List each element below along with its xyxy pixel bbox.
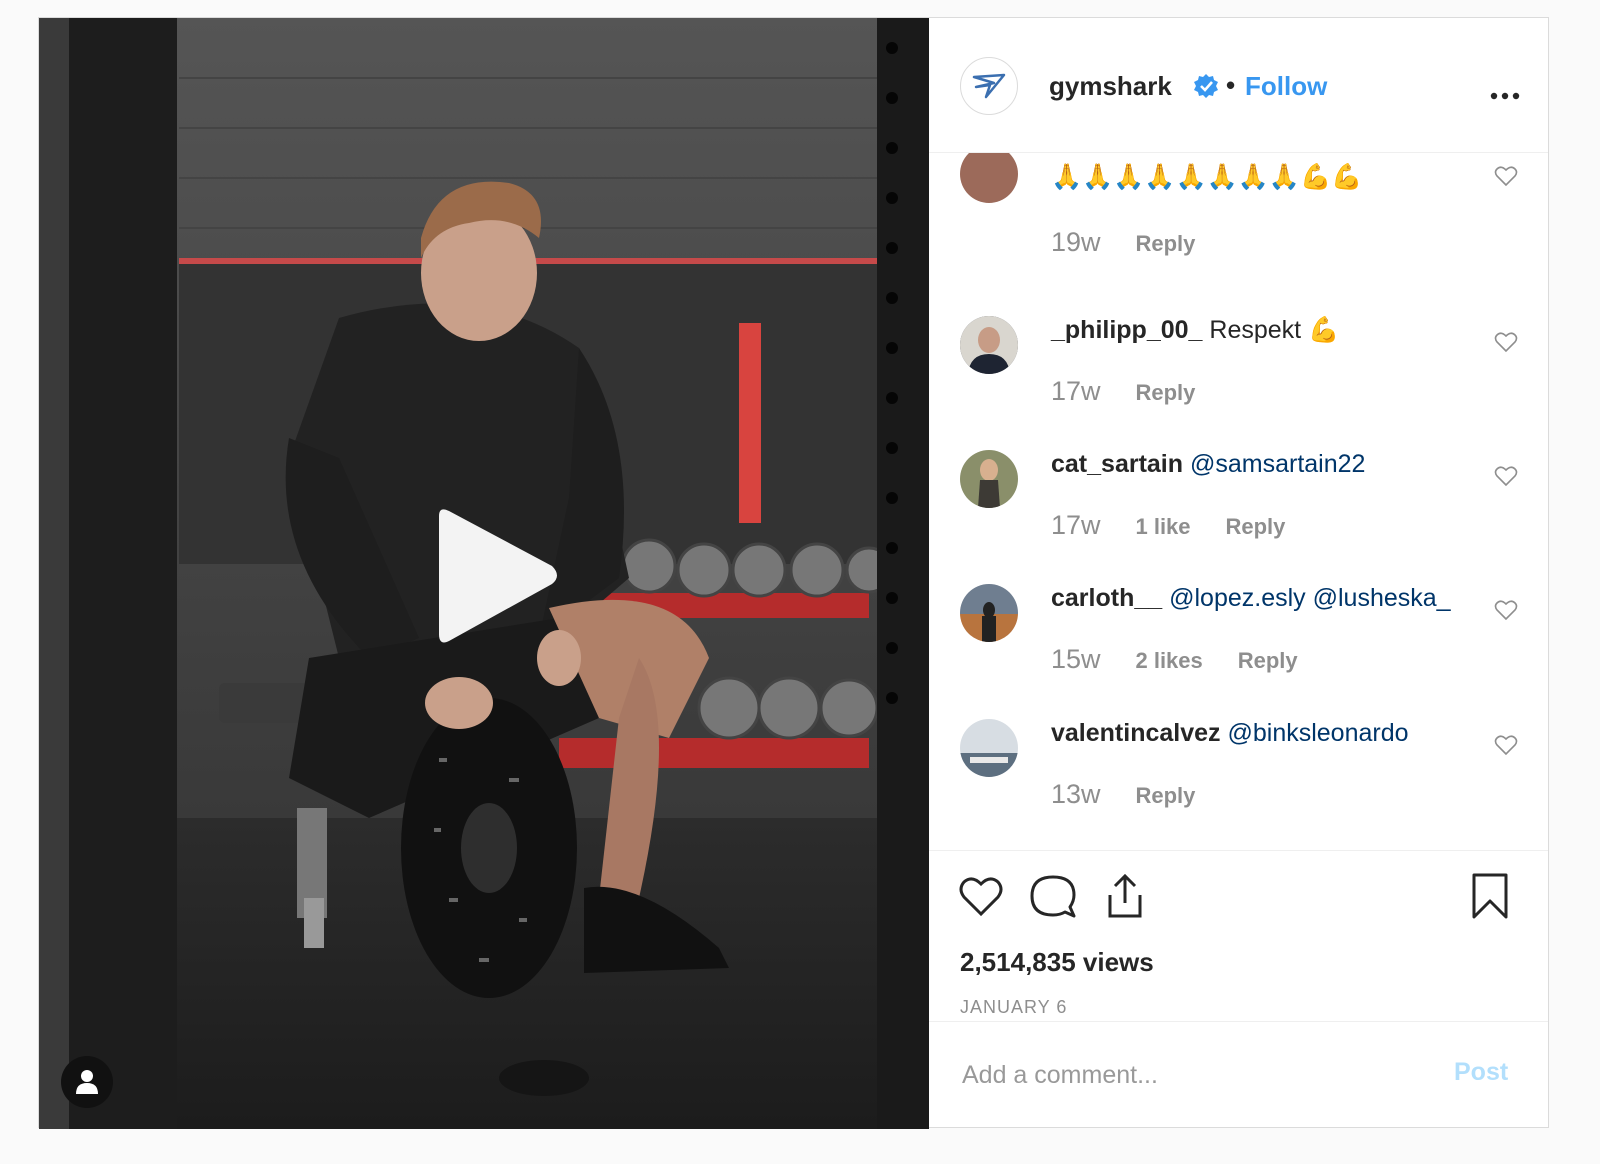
views-count[interactable]: 2,514,835 views xyxy=(960,947,1154,978)
comment-body: Respekt 💪 xyxy=(1209,316,1340,344)
commenter-avatar[interactable] xyxy=(960,719,1018,777)
comment-text: cat_sartain @samsartain22 xyxy=(1051,450,1365,479)
comment-mention[interactable]: @lopez.esly @lusheska_ xyxy=(1169,584,1450,612)
comment-username[interactable]: cat_sartain xyxy=(1051,450,1183,478)
avatar-photo xyxy=(960,584,1018,642)
comment-username[interactable]: _philipp_00_ xyxy=(1051,316,1202,344)
commenter-avatar[interactable] xyxy=(960,450,1018,508)
follow-button[interactable]: Follow xyxy=(1245,71,1327,102)
comment-mention[interactable]: @binksleonardo xyxy=(1227,719,1408,747)
comment-mention[interactable]: @samsartain22 xyxy=(1190,450,1365,478)
post-sidebar: gymshark • Follow itsofficiallykhi 💪💪💪💪🙌… xyxy=(929,18,1548,1127)
comments-list[interactable]: itsofficiallykhi 💪💪💪💪🙌🙌 🙏🙏🙏🙏🙏🙏🙏🙏💪💪 19w R… xyxy=(929,153,1548,850)
avatar-photo xyxy=(960,316,1018,374)
play-icon[interactable] xyxy=(434,506,564,646)
comment-time: 19w xyxy=(1051,227,1101,257)
avatar-photo xyxy=(960,450,1018,508)
share-icon[interactable] xyxy=(1102,873,1148,919)
commenter-avatar[interactable] xyxy=(960,153,1018,203)
comment-body-line2: 🙏🙏🙏🙏🙏🙏🙏🙏💪💪 xyxy=(1051,163,1363,191)
reply-button[interactable]: Reply xyxy=(1135,783,1195,808)
comment-like-icon[interactable] xyxy=(1494,599,1518,621)
comment-meta: 15w 2 likes Reply xyxy=(1051,644,1326,675)
commenter-avatar[interactable] xyxy=(960,584,1018,642)
post-header: gymshark • Follow xyxy=(929,18,1548,153)
post-video[interactable] xyxy=(39,18,929,1129)
more-options-icon[interactable] xyxy=(1489,90,1521,102)
comment-like-icon[interactable] xyxy=(1494,465,1518,487)
comment-time: 15w xyxy=(1051,644,1101,674)
comment-meta: 19w Reply xyxy=(1051,227,1223,258)
bookmark-icon[interactable] xyxy=(1467,873,1513,919)
post-actions: 2,514,835 views JANUARY 6 xyxy=(929,850,1548,1021)
comment-meta: 17w Reply xyxy=(1051,376,1223,407)
heart-icon[interactable] xyxy=(958,873,1004,919)
comment-meta: 17w 1 like Reply xyxy=(1051,510,1313,541)
instagram-post: gymshark • Follow itsofficiallykhi 💪💪💪💪🙌… xyxy=(38,17,1549,1129)
comment-username[interactable]: valentincalvez xyxy=(1051,719,1221,747)
gymshark-avatar[interactable] xyxy=(960,57,1018,115)
person-icon xyxy=(76,1070,98,1094)
gymshark-logo-icon xyxy=(972,73,1006,99)
comment-likes-count[interactable]: 2 likes xyxy=(1135,648,1202,673)
comment-like-icon[interactable] xyxy=(1494,331,1518,353)
comment-likes-count[interactable]: 1 like xyxy=(1135,514,1190,539)
comment-username[interactable]: carloth__ xyxy=(1051,584,1162,612)
comment-time: 13w xyxy=(1051,779,1101,809)
comment-text: carloth__ @lopez.esly @lusheska_ xyxy=(1051,584,1451,613)
comment-text: _philipp_00_ Respekt 💪 xyxy=(1051,316,1339,345)
header-separator: • xyxy=(1226,70,1236,100)
reply-button[interactable]: Reply xyxy=(1225,514,1285,539)
post-comment-button[interactable]: Post xyxy=(1454,1058,1508,1087)
comment-meta: 13w Reply xyxy=(1051,779,1223,810)
reply-button[interactable]: Reply xyxy=(1135,380,1195,405)
comment-icon[interactable] xyxy=(1030,873,1076,919)
avatar-photo xyxy=(960,719,1018,777)
add-comment-input[interactable] xyxy=(960,1052,1424,1098)
comment-text: itsofficiallykhi 💪💪💪💪🙌🙌 xyxy=(1051,153,1411,154)
verified-badge-icon xyxy=(1194,74,1218,98)
tagged-users-button[interactable] xyxy=(61,1056,113,1108)
comment-text: valentincalvez @binksleonardo xyxy=(1051,719,1409,748)
comment-time: 17w xyxy=(1051,376,1101,406)
add-comment-bar: Post xyxy=(929,1021,1548,1128)
reply-button[interactable]: Reply xyxy=(1135,231,1195,256)
comment-like-icon[interactable] xyxy=(1494,734,1518,756)
commenter-avatar[interactable] xyxy=(960,316,1018,374)
reply-button[interactable]: Reply xyxy=(1238,648,1298,673)
comment-like-icon[interactable] xyxy=(1494,165,1518,187)
post-author-username[interactable]: gymshark xyxy=(1049,71,1172,102)
post-date[interactable]: JANUARY 6 xyxy=(960,997,1067,1018)
comment-time: 17w xyxy=(1051,510,1101,540)
